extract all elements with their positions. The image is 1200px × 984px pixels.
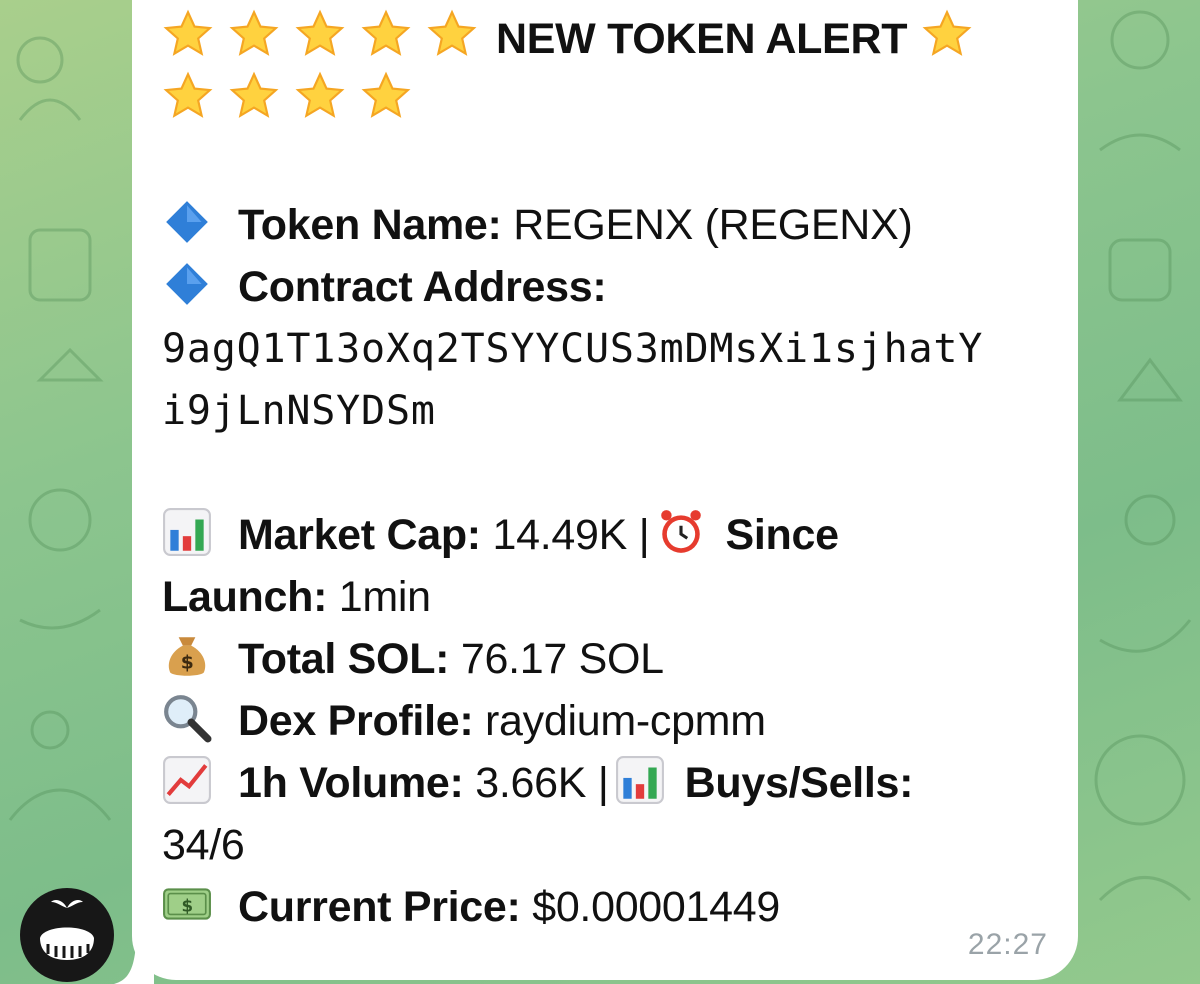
star-icon (922, 9, 972, 56)
alert-title-line: NEW TOKEN ALERT (162, 8, 1078, 70)
message-bubble: NEW TOKEN ALERT Token Name: REGENX (REGE… (132, 0, 1078, 980)
message-timestamp: 22:27 (967, 928, 1048, 961)
star-icon (361, 9, 411, 56)
token-name-value: REGENX (REGENX) (513, 201, 913, 249)
current-price-label: Current Price: (238, 883, 521, 931)
buys-sells-label: Buys/Sells: (684, 759, 914, 807)
market-cap-label: Market Cap: (238, 511, 481, 559)
total-sol-value: 76.17 SOL (460, 635, 664, 683)
star-icon (163, 9, 213, 56)
total-sol-label: Total SOL: (238, 635, 450, 683)
contract-address-value-cont[interactable]: i9jLnNSYDSm (162, 380, 1078, 442)
dex-profile-row: Dex Profile: raydium-cpmm (162, 690, 1078, 752)
money-bag-icon: $ (168, 637, 206, 676)
since-launch-label-a: Since (725, 511, 840, 559)
bar-chart-icon (163, 508, 211, 556)
alarm-clock-icon (660, 510, 701, 553)
since-launch-label-b: Launch: (162, 573, 328, 621)
market-cap-value: 14.49K | (492, 511, 650, 559)
alert-title: NEW TOKEN ALERT (496, 15, 908, 63)
total-sol-row: $ Total SOL: 76.17 SOL (162, 628, 1078, 690)
blue-diamond-icon (166, 201, 208, 243)
star-icon (163, 71, 213, 118)
svg-text:$: $ (182, 896, 193, 915)
bubble-tail (114, 944, 154, 984)
token-name-label: Token Name: (238, 201, 502, 249)
svg-text:$: $ (181, 653, 193, 674)
contract-address-value[interactable]: 9agQ1T13oXq2TSYYCUS3mDMsXi1sjhatY (162, 318, 1078, 380)
current-price-value: $0.00001449 (532, 883, 780, 931)
alert-stars-line (162, 70, 1078, 132)
since-launch-row: Launch: 1min (162, 566, 1078, 628)
star-icon (295, 9, 345, 56)
chart-increasing-icon (163, 756, 211, 804)
blue-diamond-icon (166, 263, 208, 305)
buys-sells-value: 34/6 (162, 821, 245, 869)
magnifier-icon (164, 695, 212, 743)
star-icon (361, 71, 411, 118)
dex-profile-value: raydium-cpmm (485, 697, 766, 745)
star-icon (229, 9, 279, 56)
dollar-banknote-icon: $ (163, 888, 211, 920)
star-icon (427, 9, 477, 56)
volume-row: 1h Volume: 3.66K | Buys/Sells: (162, 752, 1078, 814)
whale-logo-icon (40, 900, 94, 960)
sender-avatar[interactable] (20, 888, 114, 982)
token-name-row: Token Name: REGENX (REGENX) (162, 194, 1078, 256)
bar-chart-icon (615, 756, 664, 804)
contract-address-label: Contract Address: (238, 263, 607, 311)
volume-value: 3.66K | (475, 759, 609, 807)
current-price-row: $ Current Price: $0.00001449 (162, 876, 1078, 938)
market-cap-row: Market Cap: 14.49K | Since (162, 504, 1078, 566)
since-launch-value: 1min (338, 573, 431, 621)
contract-address-row: Contract Address: (162, 256, 1078, 318)
star-icon (295, 71, 345, 118)
dex-profile-label: Dex Profile: (238, 697, 474, 745)
star-icon (229, 71, 279, 118)
volume-label: 1h Volume: (238, 759, 464, 807)
